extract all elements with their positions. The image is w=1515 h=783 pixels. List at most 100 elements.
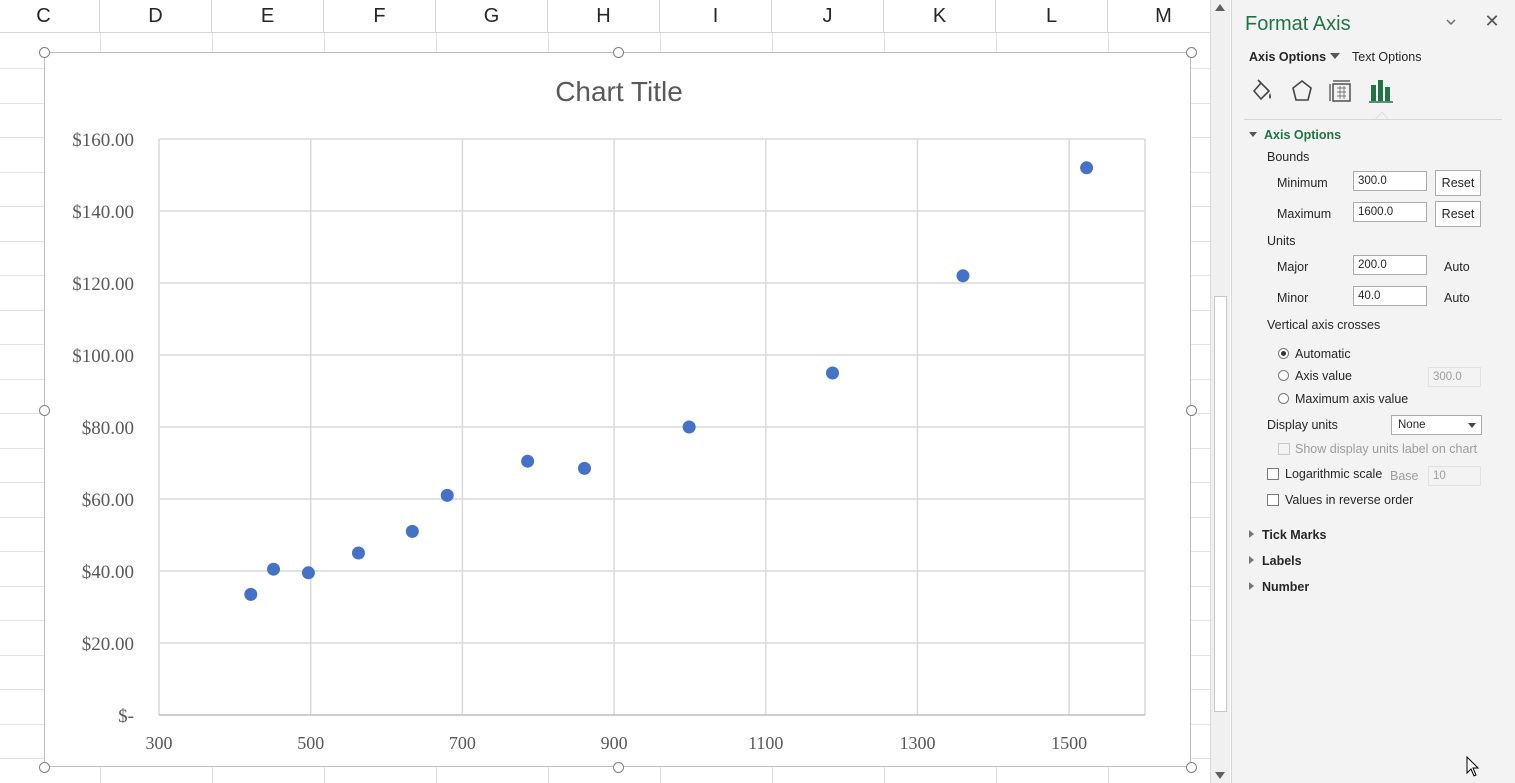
- selected-icon-indicator: [1375, 112, 1389, 119]
- x-tick-label: 700: [449, 733, 476, 753]
- resize-handle[interactable]: [1186, 405, 1197, 416]
- radio-automatic[interactable]: [1278, 348, 1289, 359]
- y-tick-label: $80.00: [82, 418, 134, 439]
- section-tick-marks-label: Tick Marks: [1262, 528, 1326, 542]
- x-tick-label: 1100: [748, 733, 783, 753]
- minimum-label: Minimum: [1277, 176, 1328, 190]
- data-point[interactable]: [302, 566, 315, 579]
- minor-field[interactable]: 40.0: [1353, 286, 1427, 306]
- worksheet[interactable]: CDEFGHIJKLM Chart Title30050070090011001…: [0, 0, 1210, 783]
- reverse-order-label[interactable]: Values in reverse order: [1285, 493, 1413, 507]
- vertical-scrollbar[interactable]: [1210, 0, 1230, 783]
- chart-area[interactable]: Chart Title300500700900110013001500$-$20…: [44, 52, 1191, 767]
- resize-handle[interactable]: [613, 47, 624, 58]
- scroll-up-arrow-icon[interactable]: [1215, 4, 1225, 11]
- y-tick-label: $40.00: [82, 562, 134, 583]
- pane-title: Format Axis: [1245, 13, 1351, 36]
- data-point[interactable]: [352, 547, 365, 560]
- y-tick-label: $60.00: [82, 490, 134, 511]
- tab-text-options[interactable]: Text Options: [1352, 50, 1421, 64]
- section-axis-options[interactable]: Axis Options: [1249, 128, 1341, 142]
- column-header-J[interactable]: J: [772, 0, 884, 33]
- pane-options-dropdown-icon[interactable]: [1444, 17, 1458, 27]
- radio-maximum-axis-value[interactable]: [1278, 393, 1289, 404]
- data-point[interactable]: [521, 455, 534, 468]
- column-header-H[interactable]: H: [548, 0, 660, 33]
- vertical-axis-crosses-label: Vertical axis crosses: [1267, 318, 1380, 332]
- column-header-C[interactable]: C: [0, 0, 100, 33]
- major-field[interactable]: 200.0: [1353, 255, 1427, 275]
- column-header-bar: CDEFGHIJKLM: [0, 0, 1210, 33]
- log-scale-label[interactable]: Logarithmic scale: [1285, 467, 1382, 481]
- column-header-K[interactable]: K: [884, 0, 996, 33]
- show-display-units-label: Show display units label on chart: [1295, 442, 1477, 456]
- reverse-order-checkbox[interactable]: [1267, 494, 1279, 506]
- maximum-reset-button[interactable]: Reset: [1435, 201, 1481, 227]
- section-labels[interactable]: Labels: [1249, 554, 1302, 568]
- resize-handle[interactable]: [39, 762, 50, 773]
- data-point[interactable]: [1080, 161, 1093, 174]
- data-point[interactable]: [244, 588, 257, 601]
- data-point[interactable]: [683, 421, 696, 434]
- minimum-field[interactable]: 300.0: [1353, 171, 1427, 191]
- data-point[interactable]: [578, 462, 591, 475]
- column-header-G[interactable]: G: [436, 0, 548, 33]
- radio-automatic-label[interactable]: Automatic: [1295, 347, 1351, 361]
- axis-options-icon[interactable]: [1367, 76, 1395, 106]
- fill-line-icon[interactable]: [1248, 76, 1276, 106]
- x-tick-label: 1500: [1051, 733, 1087, 753]
- close-icon[interactable]: ✕: [1482, 11, 1502, 31]
- radio-maximum-axis-value-label[interactable]: Maximum axis value: [1295, 392, 1408, 406]
- chart-title[interactable]: Chart Title: [555, 76, 683, 107]
- display-units-select[interactable]: None: [1391, 415, 1482, 435]
- radio-axis-value[interactable]: [1278, 370, 1289, 381]
- collapsed-triangle-icon: [1249, 556, 1254, 564]
- collapsed-triangle-icon: [1249, 530, 1254, 538]
- size-properties-icon[interactable]: [1327, 76, 1355, 106]
- section-axis-options-label: Axis Options: [1264, 128, 1341, 142]
- show-display-units-checkbox[interactable]: [1278, 443, 1290, 455]
- data-point[interactable]: [267, 563, 280, 576]
- y-tick-label: $20.00: [82, 634, 134, 655]
- x-tick-label: 1300: [899, 733, 935, 753]
- section-number[interactable]: Number: [1249, 580, 1309, 594]
- resize-handle[interactable]: [39, 405, 50, 416]
- minimum-reset-button[interactable]: Reset: [1435, 170, 1481, 196]
- chart-svg[interactable]: Chart Title300500700900110013001500$-$20…: [45, 53, 1192, 768]
- data-point[interactable]: [406, 525, 419, 538]
- resize-handle[interactable]: [1186, 762, 1197, 773]
- chevron-down-icon: [1330, 53, 1340, 59]
- resize-handle[interactable]: [1186, 47, 1197, 58]
- expanded-triangle-icon: [1249, 132, 1257, 137]
- column-header-L[interactable]: L: [996, 0, 1108, 33]
- section-tick-marks[interactable]: Tick Marks: [1249, 528, 1326, 542]
- column-header-M[interactable]: M: [1108, 0, 1210, 33]
- mouse-pointer-icon: [1466, 756, 1480, 778]
- column-header-F[interactable]: F: [324, 0, 436, 33]
- radio-axis-value-label[interactable]: Axis value: [1295, 369, 1352, 383]
- scroll-down-arrow-icon[interactable]: [1215, 772, 1225, 779]
- axis-value-field[interactable]: 300.0: [1428, 367, 1481, 387]
- minor-auto-label[interactable]: Auto: [1444, 291, 1470, 305]
- maximum-field[interactable]: 1600.0: [1353, 202, 1427, 222]
- scroll-thumb[interactable]: [1214, 296, 1227, 712]
- log-scale-checkbox[interactable]: [1267, 468, 1279, 480]
- column-header-I[interactable]: I: [660, 0, 772, 33]
- major-auto-label[interactable]: Auto: [1444, 260, 1470, 274]
- base-field[interactable]: 10: [1428, 466, 1481, 486]
- section-labels-label: Labels: [1262, 554, 1302, 568]
- column-header-E[interactable]: E: [212, 0, 324, 33]
- y-tick-label: $120.00: [72, 274, 134, 295]
- data-point[interactable]: [826, 367, 839, 380]
- resize-handle[interactable]: [613, 762, 624, 773]
- tab-axis-options[interactable]: Axis Options: [1249, 50, 1340, 64]
- effects-icon[interactable]: [1288, 76, 1316, 106]
- format-axis-pane: Format Axis ✕ Axis Options Text Options …: [1231, 0, 1515, 783]
- x-tick-label: 500: [297, 733, 324, 753]
- section-number-label: Number: [1262, 580, 1309, 594]
- data-point[interactable]: [956, 269, 969, 282]
- data-point[interactable]: [441, 489, 454, 502]
- display-units-value: None: [1398, 419, 1426, 431]
- resize-handle[interactable]: [39, 47, 50, 58]
- column-header-D[interactable]: D: [100, 0, 212, 33]
